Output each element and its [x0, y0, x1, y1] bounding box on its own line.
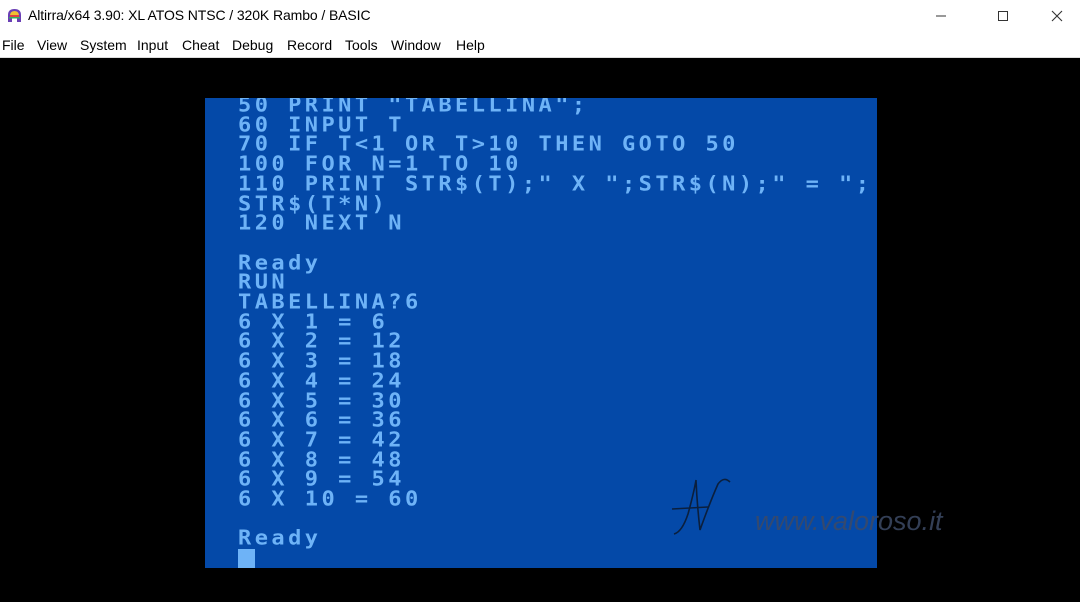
menu-cheat[interactable]: Cheat: [182, 37, 219, 53]
menu-file[interactable]: File: [2, 37, 25, 53]
minimize-button[interactable]: [918, 0, 964, 32]
altirra-app-icon: [8, 9, 21, 22]
screen-line: TABELLINA?6: [238, 291, 422, 315]
menu-input[interactable]: Input: [137, 37, 168, 53]
title-bar: Altirra/x64 3.90: XL ATOS NTSC / 320K Ra…: [0, 0, 1080, 32]
screen-line: Ready: [238, 527, 322, 551]
close-button[interactable]: [1034, 0, 1080, 32]
screen-line: 6 X 10 = 60: [238, 488, 422, 512]
screen-line: 70 IF T<1 OR T>10 THEN GOTO 50: [238, 133, 739, 157]
screen-line: 50 PRINT "TABELLINA";: [238, 98, 589, 118]
menu-debug[interactable]: Debug: [232, 37, 273, 53]
atari-basic-screen[interactable]: 50 PRINT "TABELLINA"; 60 INPUT T 70 IF T<1…: [205, 98, 877, 568]
screen-line: STR$(T*N): [238, 192, 389, 216]
window-title: Altirra/x64 3.90: XL ATOS NTSC / 320K Ra…: [28, 7, 371, 23]
menu-bar: File View System Input Cheat Debug Recor…: [0, 32, 1080, 58]
screen-line: 100 FOR N=1 TO 10: [238, 153, 522, 177]
screen-line: RUN: [238, 271, 289, 295]
watermark-url: www.valoroso.it: [755, 506, 943, 536]
signature-logo-icon: [671, 478, 731, 535]
screen-line: 6 X 7 = 42: [238, 429, 405, 453]
menu-help[interactable]: Help: [456, 37, 485, 53]
menu-view[interactable]: View: [37, 37, 67, 53]
close-icon: [1051, 10, 1063, 22]
screen-line: 6 X 2 = 12: [238, 330, 405, 354]
screen-line: 6 X 5 = 30: [238, 389, 405, 413]
menu-tools[interactable]: Tools: [345, 37, 378, 53]
screen-line: 6 X 9 = 54: [238, 468, 405, 492]
maximize-button[interactable]: [980, 0, 1026, 32]
screen-line: Ready: [238, 251, 322, 275]
screen-line: 6 X 4 = 24: [238, 370, 405, 394]
screen-line: 6 X 6 = 36: [238, 409, 405, 433]
screen-line: 6 X 3 = 18: [238, 350, 405, 374]
maximize-icon: [998, 11, 1008, 21]
minimize-icon: [936, 15, 946, 17]
text-cursor: [238, 549, 255, 568]
screen-line: 120 NEXT N: [238, 212, 405, 236]
screen-line: 6 X 8 = 48: [238, 448, 405, 472]
menu-system[interactable]: System: [80, 37, 127, 53]
menu-record[interactable]: Record: [287, 37, 332, 53]
menu-window[interactable]: Window: [391, 37, 441, 53]
screen-line: 110 PRINT STR$(T);" X ";STR$(N);" = ";: [238, 173, 873, 197]
